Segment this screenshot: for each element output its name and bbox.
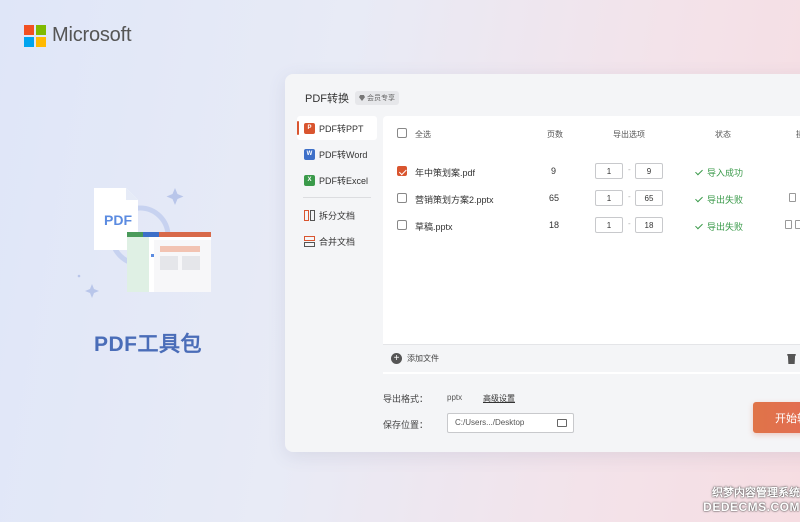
hero-doc-label: PDF bbox=[104, 212, 132, 228]
check-icon bbox=[695, 167, 703, 176]
status-label: 导入成功 bbox=[707, 168, 744, 178]
merge-icon bbox=[304, 235, 315, 247]
row-checkbox[interactable] bbox=[397, 220, 407, 230]
range-separator: - bbox=[628, 219, 631, 228]
sidebar-item-label: PDF转Excel bbox=[319, 175, 369, 186]
start-convert-button[interactable]: 开始转 bbox=[753, 402, 800, 433]
add-file-label: 添加文件 bbox=[407, 354, 439, 363]
diamond-icon bbox=[359, 95, 365, 101]
select-all-label: 全选 bbox=[415, 130, 431, 139]
page-count: 18 bbox=[549, 220, 560, 230]
advanced-settings-link[interactable]: 高级设置 bbox=[483, 393, 515, 404]
sidebar-item-label: 拆分文档 bbox=[319, 210, 356, 221]
range-separator: - bbox=[628, 165, 631, 174]
table-row[interactable]: 草稿.pptx 18 1 - 18 导出失败 bbox=[383, 212, 800, 238]
range-from-input[interactable]: 1 bbox=[595, 217, 623, 233]
status-label: 导出失败 bbox=[707, 195, 744, 205]
export-format-label: 导出格式： bbox=[383, 394, 429, 404]
table-header: 全选 页数 导出选项 状态 操 bbox=[383, 116, 800, 150]
pdf-convert-panel: PDF转换 会员专享 P PDF转PPT W PDF转Word X PDF转Ex… bbox=[285, 74, 800, 452]
microsoft-logo-icon bbox=[24, 24, 46, 47]
export-format-value: pptx bbox=[447, 393, 463, 402]
table-row[interactable]: 营销策划方案2.pptx 65 1 - 65 导出失败 bbox=[383, 185, 800, 211]
watermark-line2: DEDECMS.COM bbox=[703, 500, 800, 514]
col-range-header: 导出选项 bbox=[613, 130, 645, 139]
range-separator: - bbox=[628, 192, 631, 201]
sidebar-item-pdf-to-excel[interactable]: X PDF转Excel bbox=[297, 168, 377, 192]
folder-icon[interactable] bbox=[557, 419, 567, 427]
save-location-label: 保存位置： bbox=[383, 420, 429, 430]
check-icon bbox=[695, 194, 703, 203]
split-icon bbox=[304, 209, 315, 221]
watermark: 织梦内容管理系统 DEDECMS.COM bbox=[688, 486, 800, 514]
status-badge: 导入成功 bbox=[695, 166, 744, 179]
vip-badge: 会员专享 bbox=[355, 91, 399, 105]
range-to-input[interactable]: 9 bbox=[635, 163, 663, 179]
row-checkbox[interactable] bbox=[397, 166, 407, 176]
save-location-value: C:/Users.../Desktop bbox=[455, 418, 525, 427]
range-to-input[interactable]: 65 bbox=[635, 190, 663, 206]
sidebar-item-split[interactable]: 拆分文档 bbox=[297, 203, 377, 227]
excel-icon: X bbox=[304, 174, 315, 186]
table-row[interactable]: 年中策划案.pdf 9 1 - 9 导入成功 bbox=[383, 158, 800, 184]
row-checkbox[interactable] bbox=[397, 193, 407, 203]
range-to-input[interactable]: 18 bbox=[635, 217, 663, 233]
page-count: 9 bbox=[551, 166, 557, 176]
sidebar-divider bbox=[303, 197, 371, 198]
file-name: 年中策划案.pdf bbox=[415, 168, 476, 178]
word-icon: W bbox=[304, 148, 315, 160]
sidebar-item-label: 合并文档 bbox=[319, 236, 356, 247]
vip-badge-label: 会员专享 bbox=[367, 95, 395, 102]
sidebar-item-label: PDF转PPT bbox=[319, 123, 364, 134]
start-convert-label: 开始转 bbox=[775, 412, 800, 425]
sidebar-item-merge[interactable]: 合并文档 bbox=[297, 229, 377, 253]
plus-icon: + bbox=[391, 353, 402, 364]
panel-title: PDF转换 bbox=[305, 93, 349, 105]
file-list-area: 全选 页数 导出选项 状态 操 年中策划案.pdf 9 1 - 9 导入成功 营… bbox=[383, 116, 800, 374]
add-file-button[interactable]: + 添加文件 bbox=[391, 353, 439, 364]
sidebar-item-pdf-to-word[interactable]: W PDF转Word bbox=[297, 142, 377, 166]
trash-icon[interactable] bbox=[787, 354, 796, 364]
range-from-input[interactable]: 1 bbox=[595, 163, 623, 179]
save-location-input[interactable]: C:/Users.../Desktop bbox=[447, 413, 574, 433]
hero-title: PDF工具包 bbox=[94, 333, 202, 356]
pdf-toolkit-illustration-icon: PDF bbox=[77, 188, 211, 298]
microsoft-logo: Microsoft bbox=[24, 24, 132, 47]
watermark-line1: 织梦内容管理系统 bbox=[712, 487, 800, 499]
status-badge: 导出失败 bbox=[695, 193, 744, 206]
col-pages-header: 页数 bbox=[547, 130, 563, 139]
file-actions-bar: + 添加文件 bbox=[383, 344, 800, 372]
ppt-icon: P bbox=[304, 122, 315, 134]
file-name: 草稿.pptx bbox=[415, 222, 453, 232]
brand-name: Microsoft bbox=[52, 24, 132, 46]
range-from-input[interactable]: 1 bbox=[595, 190, 623, 206]
sidebar-item-pdf-to-ppt[interactable]: P PDF转PPT bbox=[297, 116, 377, 140]
page-count: 65 bbox=[549, 193, 560, 203]
sidebar-item-label: PDF转Word bbox=[319, 149, 368, 160]
file-name: 营销策划方案2.pptx bbox=[415, 195, 494, 205]
status-label: 导出失败 bbox=[707, 222, 744, 232]
col-status-header: 状态 bbox=[715, 130, 731, 139]
col-action-header: 操 bbox=[796, 129, 800, 140]
panel-header: PDF转换 会员专享 bbox=[305, 90, 399, 106]
check-icon bbox=[695, 221, 703, 230]
select-all-checkbox[interactable] bbox=[397, 128, 407, 138]
status-badge: 导出失败 bbox=[695, 220, 744, 233]
open-folder-icon[interactable] bbox=[795, 220, 800, 229]
open-file-icon[interactable] bbox=[789, 193, 796, 202]
open-file-icon[interactable] bbox=[785, 220, 792, 229]
sidebar: P PDF转PPT W PDF转Word X PDF转Excel 拆分文档 合并… bbox=[297, 116, 377, 255]
